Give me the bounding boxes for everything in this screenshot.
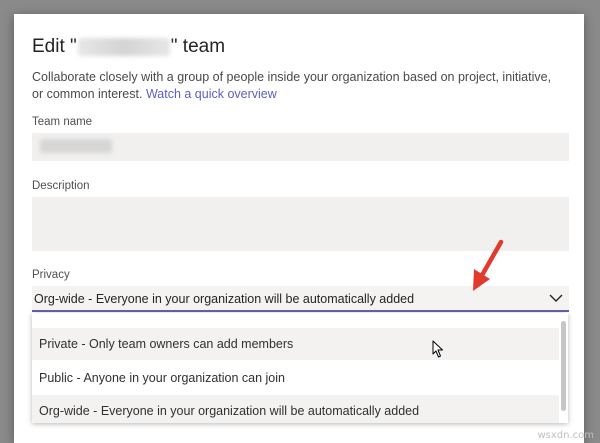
- dialog-description: Collaborate closely with a group of peop…: [32, 69, 552, 103]
- team-name-label: Team name: [32, 116, 93, 128]
- description-label: Description: [32, 180, 90, 192]
- title-prefix: Edit ": [32, 36, 77, 57]
- dialog-title: Edit " " team: [32, 36, 225, 58]
- redacted-team-name-value: [40, 139, 112, 153]
- annotation-arrow-icon: [473, 239, 504, 291]
- mouse-cursor-icon: [432, 340, 443, 358]
- watch-overview-link[interactable]: Watch a quick overview: [146, 87, 277, 101]
- chevron-down-icon[interactable]: [549, 293, 563, 303]
- privacy-label: Privacy: [32, 269, 70, 281]
- description-text: Collaborate closely with a group of peop…: [32, 70, 552, 101]
- dropdown-scrollbar-thumb[interactable]: [561, 321, 566, 411]
- privacy-selected-value: Org-wide - Everyone in your organization…: [34, 292, 415, 306]
- watermark: wsxdn.com: [537, 430, 594, 441]
- dropdown-scrollbar[interactable]: [559, 313, 568, 423]
- redacted-team-name: [77, 38, 170, 56]
- privacy-dropdown-list: Private - Only team owners can add membe…: [32, 313, 568, 423]
- title-suffix: " team: [170, 36, 226, 57]
- privacy-option-public[interactable]: Public - Anyone in your organization can…: [32, 362, 559, 394]
- privacy-option-private[interactable]: Private - Only team owners can add membe…: [32, 328, 559, 360]
- team-name-input[interactable]: [32, 133, 569, 161]
- privacy-option-org-wide[interactable]: Org-wide - Everyone in your organization…: [32, 395, 559, 423]
